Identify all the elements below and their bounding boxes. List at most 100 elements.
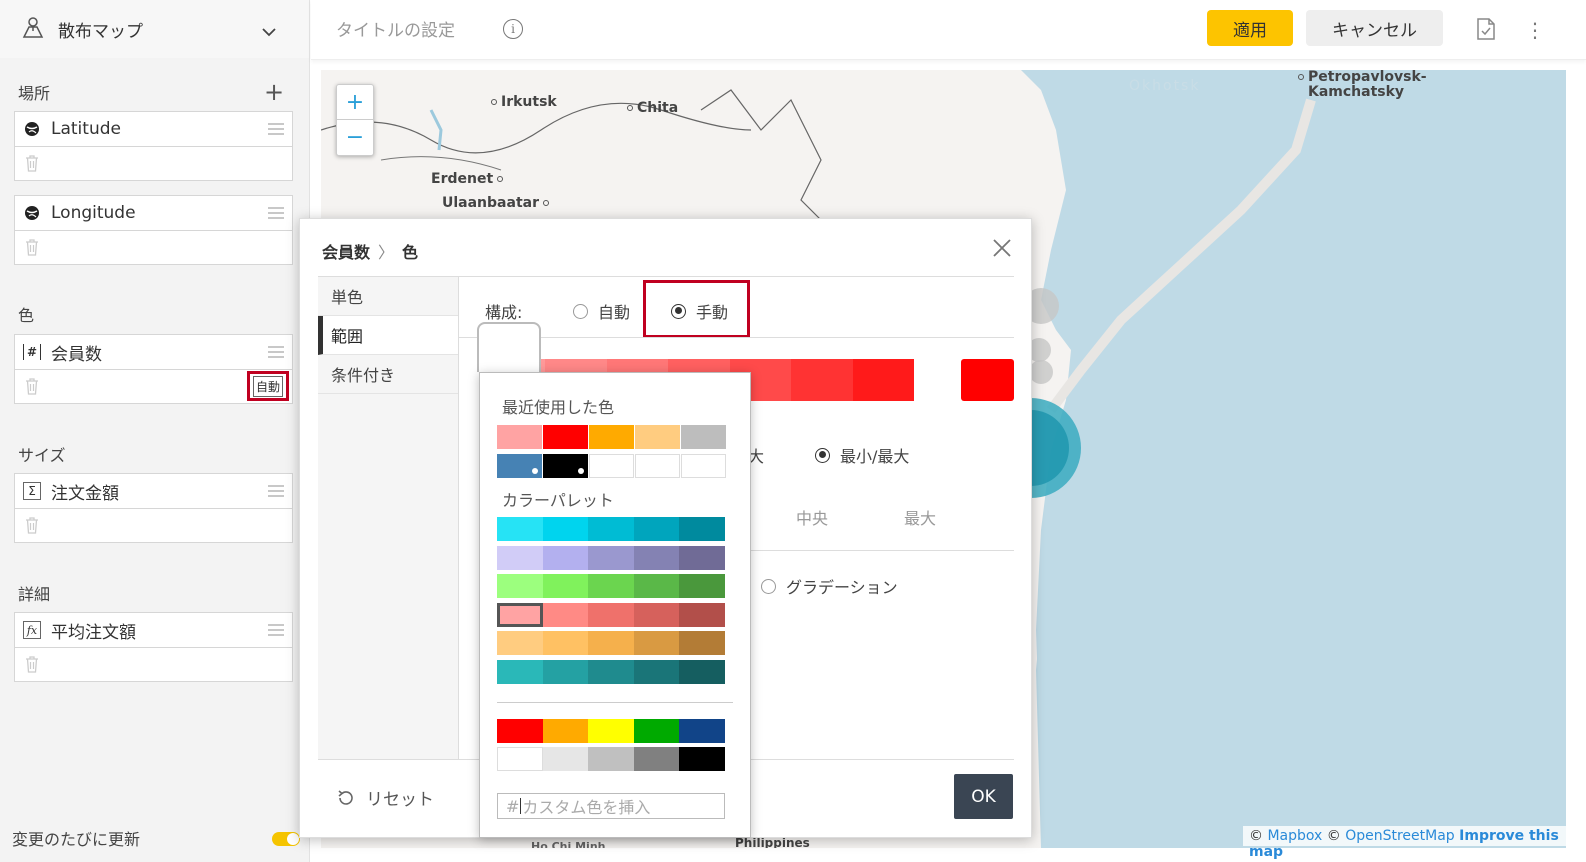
color-swatch[interactable] xyxy=(633,631,680,656)
more-menu-icon[interactable]: ⋮ xyxy=(1525,20,1545,40)
drag-handle-icon[interactable] xyxy=(268,624,284,636)
zoom-in-button[interactable]: + xyxy=(337,85,373,120)
trash-icon[interactable] xyxy=(25,655,39,673)
drop-zone[interactable]: 自動 xyxy=(14,370,293,404)
custom-color-input[interactable]: # カスタム色を挿入 xyxy=(497,793,725,819)
radio-gradation[interactable]: グラデーション xyxy=(761,574,898,598)
zoom-out-button[interactable]: − xyxy=(337,120,373,155)
drag-handle-icon[interactable] xyxy=(268,207,284,219)
drag-handle-icon[interactable] xyxy=(268,485,284,497)
add-location-icon[interactable]: + xyxy=(264,80,284,104)
drop-zone[interactable] xyxy=(14,648,293,682)
color-swatch[interactable] xyxy=(497,425,542,449)
color-swatch[interactable] xyxy=(589,454,634,478)
field-latitude[interactable]: Latitude xyxy=(14,111,293,147)
color-swatch[interactable] xyxy=(497,719,543,743)
color-swatch[interactable] xyxy=(633,545,680,570)
drop-zone[interactable] xyxy=(14,231,293,265)
field-members[interactable]: # 会員数 xyxy=(14,334,293,370)
auto-update-toggle[interactable] xyxy=(272,832,300,846)
color-swatch[interactable] xyxy=(588,719,634,743)
color-swatch[interactable] xyxy=(542,660,589,684)
radio-minmax[interactable]: 最小/最大 xyxy=(815,443,909,467)
color-swatch[interactable] xyxy=(633,660,680,684)
color-swatch[interactable] xyxy=(497,747,543,771)
color-swatch[interactable] xyxy=(679,517,725,541)
color-swatch[interactable] xyxy=(588,747,634,771)
color-swatch[interactable] xyxy=(497,517,543,541)
color-swatch[interactable] xyxy=(588,545,634,570)
chevron-down-icon[interactable] xyxy=(262,22,276,41)
document-check-icon[interactable] xyxy=(1476,18,1496,44)
end-color-swatch[interactable] xyxy=(961,359,1014,401)
color-swatch[interactable] xyxy=(588,574,634,599)
color-swatch[interactable] xyxy=(543,454,588,478)
color-swatch[interactable] xyxy=(681,425,726,449)
color-swatch[interactable] xyxy=(497,631,543,656)
color-swatch[interactable] xyxy=(542,747,589,771)
apply-button[interactable]: 適用 xyxy=(1207,10,1293,46)
color-swatch[interactable] xyxy=(542,545,589,570)
color-swatch[interactable] xyxy=(589,425,634,449)
color-swatch[interactable] xyxy=(542,574,589,599)
color-swatch[interactable] xyxy=(542,719,589,743)
color-swatch[interactable] xyxy=(679,660,725,684)
gradient-stop[interactable] xyxy=(791,359,853,401)
field-order-amount[interactable]: Σ 注文金額 xyxy=(14,473,293,509)
color-swatch[interactable] xyxy=(679,719,725,743)
color-swatch[interactable] xyxy=(497,574,543,599)
color-swatch[interactable] xyxy=(679,747,725,771)
color-swatch[interactable] xyxy=(633,719,680,743)
radio-auto[interactable]: 自動 xyxy=(573,299,630,323)
gradient-stop[interactable] xyxy=(852,359,914,401)
color-swatch[interactable] xyxy=(635,425,680,449)
reset-button[interactable]: リセット xyxy=(336,785,434,810)
trash-icon[interactable] xyxy=(25,377,39,395)
field-avg-order[interactable]: fx 平均注文額 xyxy=(14,612,293,648)
trash-icon[interactable] xyxy=(25,238,39,256)
color-swatch[interactable] xyxy=(497,660,543,684)
color-swatch[interactable] xyxy=(635,454,680,478)
drag-handle-icon[interactable] xyxy=(268,346,284,358)
color-swatch[interactable] xyxy=(681,454,726,478)
close-icon[interactable] xyxy=(993,237,1011,261)
color-swatch[interactable] xyxy=(633,517,680,541)
ok-button[interactable]: OK xyxy=(954,774,1013,819)
color-swatch[interactable] xyxy=(679,545,725,570)
color-swatch[interactable] xyxy=(633,574,680,599)
color-swatch[interactable] xyxy=(542,631,589,656)
color-swatch[interactable] xyxy=(633,747,680,771)
info-icon[interactable]: i xyxy=(503,19,523,39)
color-swatch[interactable] xyxy=(588,631,634,656)
title-input[interactable]: タイトルの設定 xyxy=(336,16,455,41)
drag-handle-icon[interactable] xyxy=(268,123,284,135)
tab-single-color[interactable]: 単色 xyxy=(318,277,458,316)
color-swatch[interactable] xyxy=(633,602,680,627)
tab-conditional[interactable]: 条件付き xyxy=(318,355,458,394)
field-name: 注文金額 xyxy=(51,483,119,504)
drop-zone[interactable] xyxy=(14,509,293,543)
color-swatch[interactable] xyxy=(588,517,634,541)
viz-type-selector[interactable]: 散布マップ xyxy=(0,0,309,58)
color-auto-badge[interactable]: 自動 xyxy=(247,371,289,401)
start-color-selector[interactable] xyxy=(477,322,541,372)
color-swatch[interactable] xyxy=(588,660,634,684)
field-longitude[interactable]: Longitude xyxy=(14,195,293,231)
color-swatch[interactable] xyxy=(497,545,543,570)
color-swatch[interactable] xyxy=(497,454,542,478)
color-swatch[interactable] xyxy=(679,574,725,599)
color-swatch[interactable] xyxy=(588,602,634,627)
color-swatch[interactable] xyxy=(542,517,589,541)
color-swatch[interactable] xyxy=(497,602,543,627)
mapbox-link[interactable]: Mapbox xyxy=(1267,828,1322,844)
osm-link[interactable]: OpenStreetMap xyxy=(1345,828,1454,844)
color-swatch[interactable] xyxy=(542,602,589,627)
cancel-button[interactable]: キャンセル xyxy=(1306,10,1443,46)
trash-icon[interactable] xyxy=(25,154,39,172)
trash-icon[interactable] xyxy=(25,516,39,534)
color-swatch[interactable] xyxy=(679,631,725,656)
color-swatch[interactable] xyxy=(543,425,588,449)
color-swatch[interactable] xyxy=(679,602,725,627)
tab-range[interactable]: 範囲 xyxy=(318,316,458,355)
drop-zone[interactable] xyxy=(14,147,293,181)
